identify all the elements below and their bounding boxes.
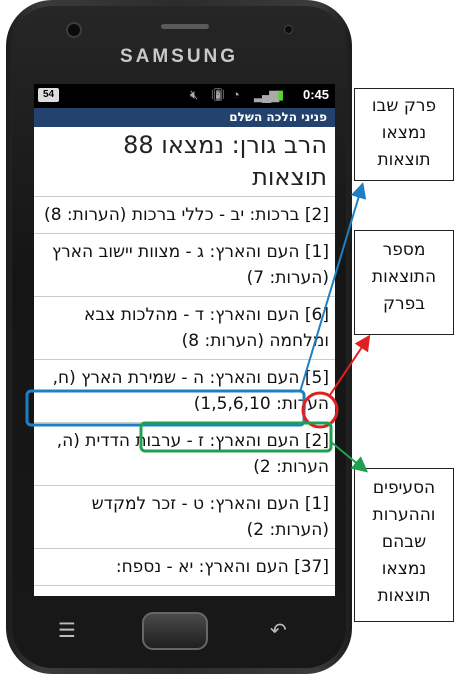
signal-icon: ▂▄▆ xyxy=(254,87,279,102)
result-item[interactable]: [37] העם והארץ: יא - נספח: xyxy=(34,549,335,586)
phone-frame: SAMSUNG 54 🔇︎ 📳︎ ◔ ▂▄▆ ▮ 0:45 פניני הלכה… xyxy=(6,0,352,674)
result-item[interactable]: [6] העם והארץ: ד - מהלכות צבא ומלחמה (הע… xyxy=(34,297,335,360)
brand-logo: SAMSUNG xyxy=(119,46,239,67)
callout-count: מספר התוצאות בפרק xyxy=(354,230,454,335)
result-item[interactable]: [2] ברכות: יב - כללי ברכות (הערות: 8) xyxy=(34,197,335,234)
battery-icon: ▮ xyxy=(277,87,285,102)
callout-count-text: מספר התוצאות בפרק xyxy=(371,240,437,314)
callout-chapter: פרק שבו נמצאו תוצאות xyxy=(354,88,454,181)
earpiece-speaker xyxy=(161,24,209,29)
wifi-icon: ◔ xyxy=(232,87,240,102)
phone-screen: 54 🔇︎ 📳︎ ◔ ▂▄▆ ▮ 0:45 פניני הלכה השלם הר… xyxy=(34,84,335,596)
result-item[interactable]: [5] העם והארץ: ה - שמירת הארץ (ח, הערות:… xyxy=(34,360,335,423)
results-summary: הרב גורן: נמצאו 88 תוצאות xyxy=(34,127,335,197)
result-item[interactable]: [2] העם והארץ: ז - ערבות הדדית (ה, הערות… xyxy=(34,423,335,486)
menu-key-icon[interactable]: ☰ xyxy=(58,618,76,642)
mute-icon: 🔇︎ xyxy=(190,87,199,102)
app-title-bar: פניני הלכה השלם xyxy=(34,108,335,127)
callout-chapter-text: פרק שבו נמצאו תוצאות xyxy=(371,96,437,170)
callout-sections: הסעיפים וההערות שבהם נמצאו תוצאות xyxy=(354,468,454,622)
results-list[interactable]: הרב גורן: נמצאו 88 תוצאות [2] ברכות: יב … xyxy=(34,127,335,586)
notification-badge: 54 xyxy=(38,88,59,102)
status-bar: 54 🔇︎ 📳︎ ◔ ▂▄▆ ▮ 0:45 xyxy=(34,84,335,108)
back-key-icon[interactable]: ↶ xyxy=(270,618,287,642)
vibrate-icon: 📳︎ xyxy=(210,87,227,102)
home-button[interactable] xyxy=(142,612,208,650)
result-item[interactable]: [1] העם והארץ: ג - מצוות יישוב הארץ (הער… xyxy=(34,234,335,297)
proximity-sensor-icon xyxy=(284,25,293,34)
front-camera-icon xyxy=(66,22,82,38)
result-item[interactable]: [1] העם והארץ: ט - זכר למקדש (הערות: 2) xyxy=(34,486,335,549)
callout-sections-text: הסעיפים וההערות שבהם נמצאו תוצאות xyxy=(372,478,436,606)
clock: 0:45 xyxy=(302,87,329,102)
